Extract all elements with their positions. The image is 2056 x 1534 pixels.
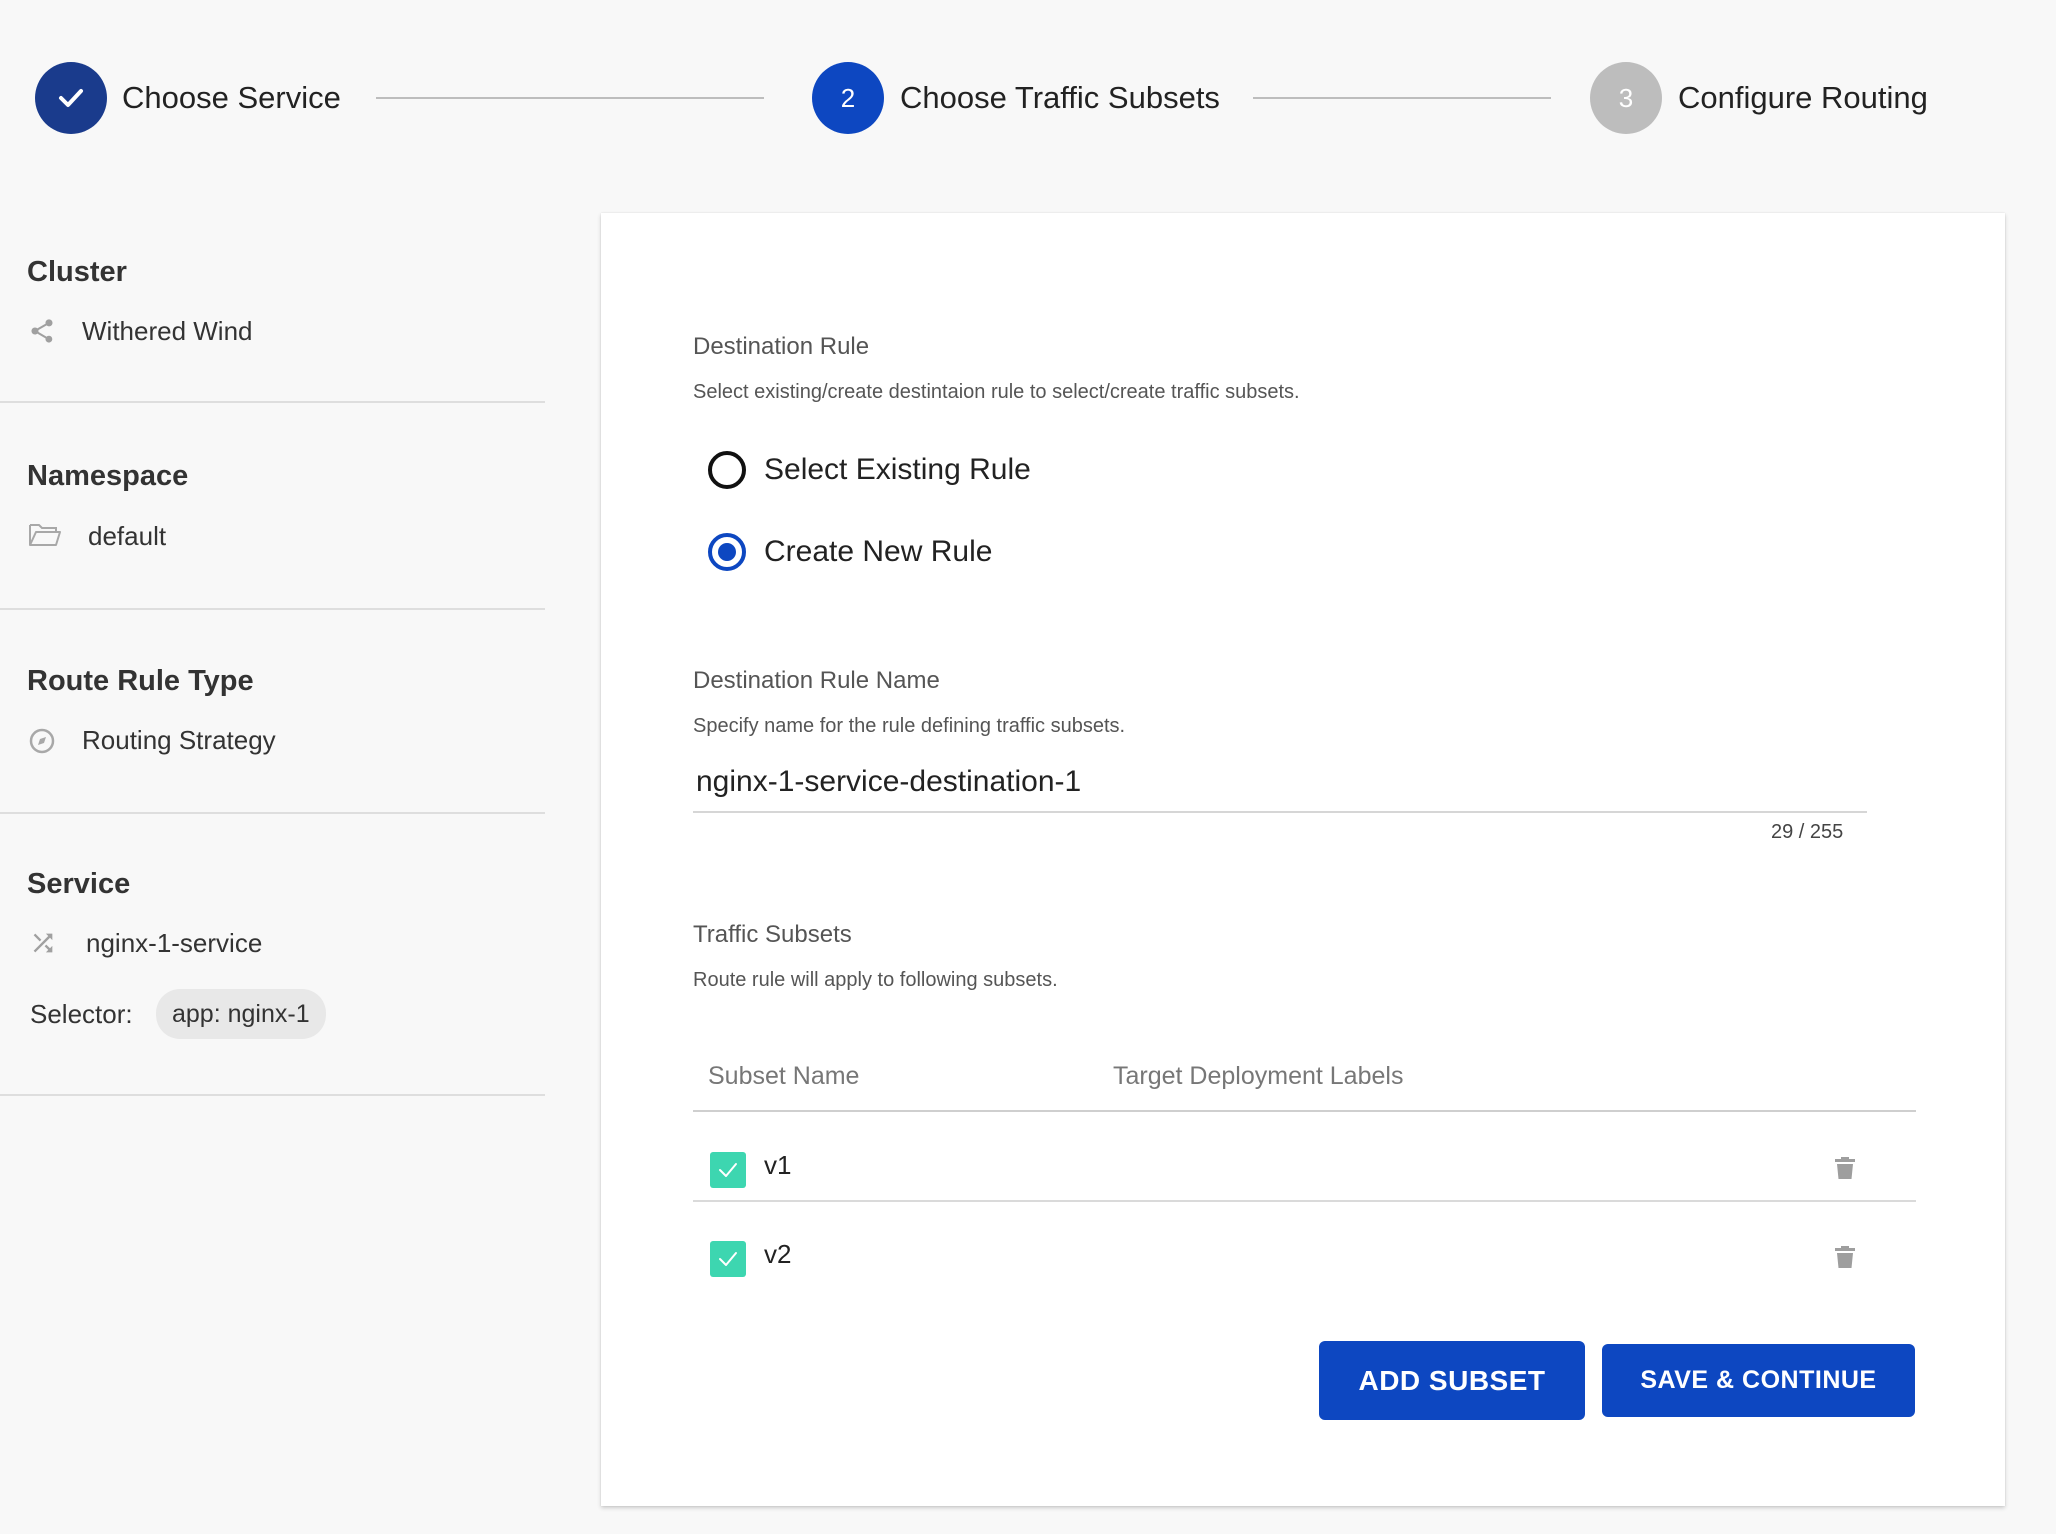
- radio-option-select-existing[interactable]: Select Existing Rule: [708, 451, 1031, 489]
- rule-name-input[interactable]: nginx-1-service-destination-1: [696, 765, 1081, 799]
- destination-rule-title: Destination Rule: [693, 333, 870, 360]
- check-icon: [59, 89, 83, 107]
- traffic-subsets-description: Route rule will apply to following subse…: [693, 969, 1058, 991]
- check-icon: [719, 1252, 737, 1266]
- save-continue-button[interactable]: SAVE & CONTINUE: [1602, 1344, 1915, 1417]
- subset-checkbox[interactable]: [710, 1241, 746, 1277]
- sidebar-divider: [0, 608, 545, 610]
- step-3-label[interactable]: Configure Routing: [1678, 82, 1928, 113]
- route-rule-type-title: Route Rule Type: [27, 665, 254, 697]
- namespace-value: default: [88, 521, 167, 551]
- step-1-circle[interactable]: [35, 62, 107, 134]
- sidebar-divider: [0, 812, 545, 814]
- destination-rule-description: Select existing/create destintaion rule …: [693, 381, 1300, 403]
- cluster-value: Withered Wind: [82, 316, 253, 346]
- radio-select-existing[interactable]: [708, 451, 746, 489]
- subset-name: v1: [764, 1150, 792, 1180]
- step-1-label[interactable]: Choose Service: [122, 82, 341, 113]
- sidebar-divider: [0, 1094, 545, 1096]
- main-card: Destination Rule Select existing/create …: [601, 213, 2005, 1506]
- check-icon: [719, 1163, 737, 1177]
- share-icon: [28, 317, 58, 347]
- radio-create-new[interactable]: [708, 533, 746, 571]
- step-3-circle[interactable]: 3: [1590, 62, 1662, 134]
- route-rule-type-value: Routing Strategy: [82, 725, 276, 755]
- step-connector-1: [376, 97, 764, 99]
- folder-open-icon: [28, 520, 62, 550]
- selector-label: Selector:: [30, 999, 133, 1029]
- subset-checkbox[interactable]: [710, 1152, 746, 1188]
- service-value: nginx-1-service: [86, 928, 263, 958]
- namespace-title: Namespace: [27, 460, 189, 492]
- shuffle-icon: [28, 929, 58, 959]
- step-3-number: 3: [1618, 82, 1634, 113]
- table-row: v2: [693, 1202, 1916, 1290]
- service-title: Service: [27, 868, 131, 900]
- column-header-subset-name: Subset Name: [708, 1062, 860, 1090]
- step-2-number: 2: [840, 82, 856, 113]
- cluster-title: Cluster: [27, 256, 127, 288]
- rule-name-input-underline: [693, 811, 1867, 813]
- rule-name-description: Specify name for the rule defining traff…: [693, 715, 1126, 737]
- radio-select-existing-label[interactable]: Select Existing Rule: [764, 453, 1031, 487]
- selector-chip: app: nginx-1: [156, 989, 326, 1039]
- radio-option-create-new[interactable]: Create New Rule: [708, 533, 992, 571]
- add-subset-button[interactable]: ADD SUBSET: [1319, 1341, 1585, 1420]
- rule-name-counter: 29 / 255: [1771, 821, 1844, 843]
- radio-create-new-label[interactable]: Create New Rule: [764, 535, 992, 569]
- column-header-target-labels: Target Deployment Labels: [1113, 1062, 1404, 1090]
- step-2-label[interactable]: Choose Traffic Subsets: [900, 82, 1220, 113]
- sidebar-divider: [0, 401, 545, 403]
- table-row: v1: [693, 1112, 1916, 1200]
- traffic-subsets-title: Traffic Subsets: [693, 921, 852, 948]
- rule-name-title: Destination Rule Name: [693, 667, 940, 694]
- step-connector-2: [1253, 97, 1551, 99]
- trash-icon[interactable]: [1834, 1245, 1856, 1269]
- subset-name: v2: [764, 1239, 792, 1269]
- step-2-circle[interactable]: 2: [812, 62, 884, 134]
- trash-icon[interactable]: [1834, 1156, 1856, 1180]
- compass-icon: [28, 727, 58, 757]
